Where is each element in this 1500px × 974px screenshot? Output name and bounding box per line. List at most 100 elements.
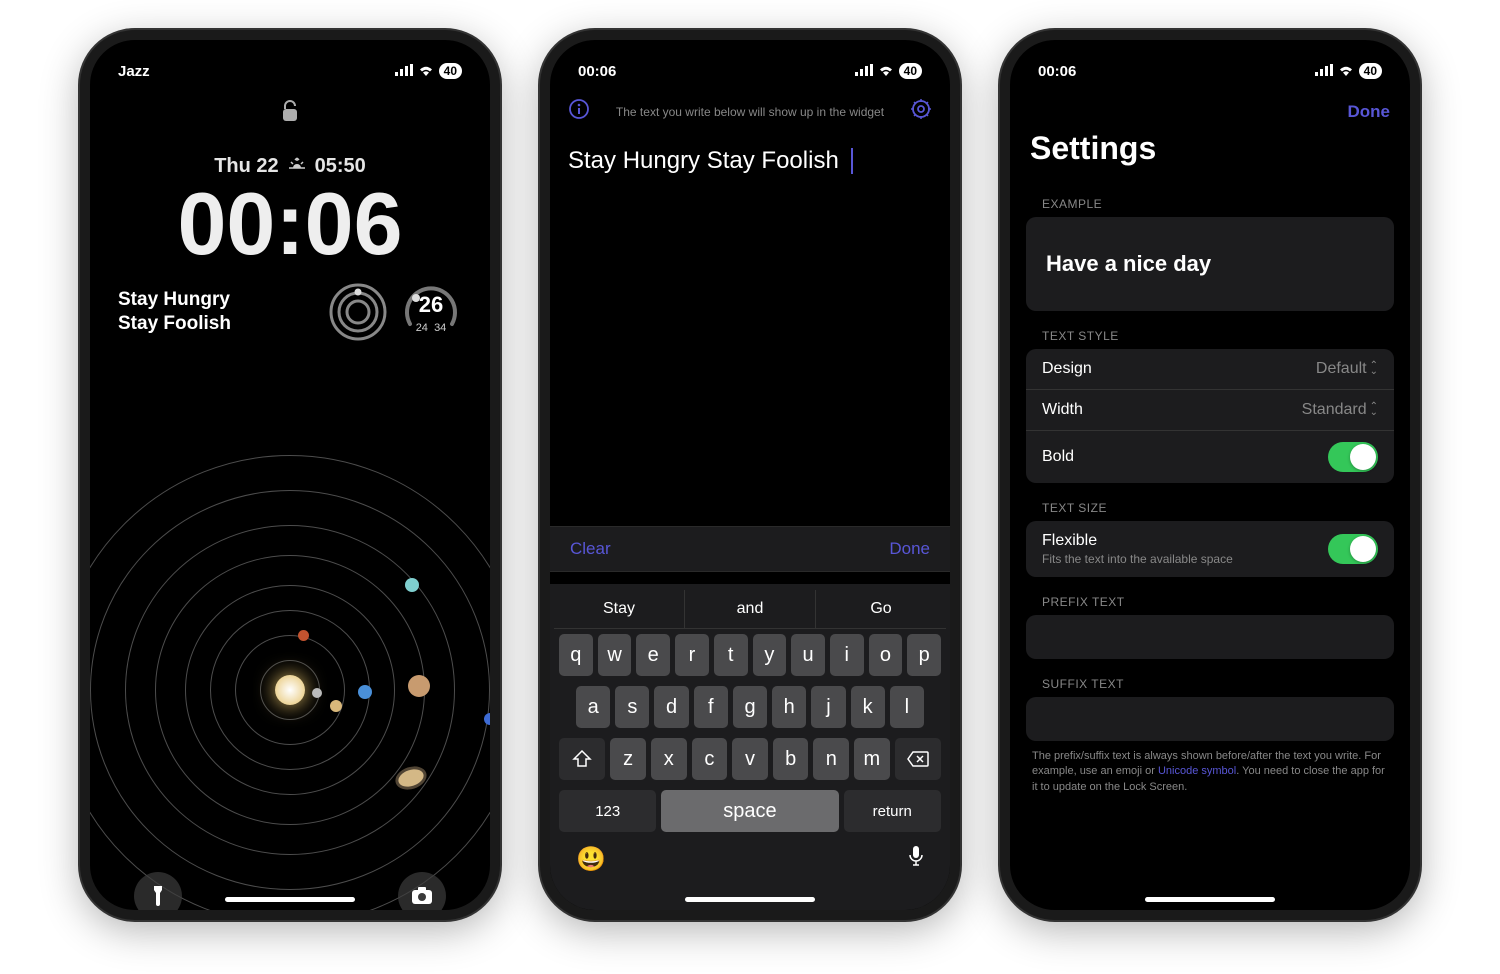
section-header-example: EXAMPLE xyxy=(1010,179,1410,217)
emoji-key-icon[interactable]: 😃 xyxy=(576,845,606,874)
key-b[interactable]: b xyxy=(773,738,809,780)
keyboard-toolbar: Clear Done xyxy=(550,526,950,572)
flashlight-button[interactable] xyxy=(134,872,182,920)
key-x[interactable]: x xyxy=(651,738,687,780)
wifi-icon xyxy=(418,63,434,80)
width-label: Width xyxy=(1042,401,1083,419)
design-value: Default xyxy=(1316,360,1367,378)
flexible-toggle[interactable] xyxy=(1328,534,1378,564)
keyboard-suggestions: Stay and Go xyxy=(554,590,946,629)
prefix-input[interactable] xyxy=(1026,615,1394,659)
status-time: 00:06 xyxy=(578,63,616,80)
key-l[interactable]: l xyxy=(890,686,924,728)
bold-label: Bold xyxy=(1042,448,1074,466)
text-input-area[interactable]: Stay Hungry Stay Foolish xyxy=(550,135,950,187)
gauge-low: 24 xyxy=(416,322,428,334)
key-o[interactable]: o xyxy=(869,634,903,676)
design-row[interactable]: Design Default⌃⌄ xyxy=(1026,349,1394,390)
key-r[interactable]: r xyxy=(675,634,709,676)
wifi-icon xyxy=(1338,63,1354,80)
info-icon[interactable] xyxy=(568,98,590,125)
key-e[interactable]: e xyxy=(636,634,670,676)
design-label: Design xyxy=(1042,360,1092,378)
key-d[interactable]: d xyxy=(654,686,688,728)
key-p[interactable]: p xyxy=(907,634,941,676)
key-j[interactable]: j xyxy=(811,686,845,728)
key-q[interactable]: q xyxy=(559,634,593,676)
key-w[interactable]: w xyxy=(598,634,632,676)
footer-note: The prefix/suffix text is always shown b… xyxy=(1010,741,1410,795)
carrier-label: Jazz xyxy=(118,63,150,80)
phone-settings: 00:06 40 Done Settings EXAMPLE Have a ni… xyxy=(1000,30,1420,920)
key-g[interactable]: g xyxy=(733,686,767,728)
battery-indicator: 40 xyxy=(439,63,462,79)
suggestion-2[interactable]: and xyxy=(685,590,816,628)
key-c[interactable]: c xyxy=(692,738,728,780)
signal-icon xyxy=(395,63,413,80)
done-button[interactable]: Done xyxy=(889,539,930,559)
flexible-label: Flexible xyxy=(1042,532,1233,550)
page-title: Settings xyxy=(1010,126,1410,179)
clear-button[interactable]: Clear xyxy=(570,539,611,559)
phone-editor: 00:06 40 The text you write below will s… xyxy=(540,30,960,920)
signal-icon xyxy=(855,63,873,80)
key-i[interactable]: i xyxy=(830,634,864,676)
editor-hint: The text you write below will show up in… xyxy=(600,105,900,119)
home-indicator[interactable] xyxy=(1145,897,1275,902)
key-z[interactable]: z xyxy=(610,738,646,780)
unicode-link[interactable]: Unicode symbol xyxy=(1158,765,1236,777)
key-space[interactable]: space xyxy=(661,790,838,832)
key-u[interactable]: u xyxy=(791,634,825,676)
example-preview: Have a nice day xyxy=(1026,217,1394,311)
editor-text-value: Stay Hungry Stay Foolish xyxy=(568,147,839,175)
gauge-high: 34 xyxy=(434,322,446,334)
settings-gear-icon[interactable] xyxy=(910,98,932,125)
section-header-textsize: TEXT SIZE xyxy=(1010,483,1410,521)
key-a[interactable]: a xyxy=(576,686,610,728)
section-header-textstyle: TEXT STYLE xyxy=(1010,311,1410,349)
key-v[interactable]: v xyxy=(732,738,768,780)
dynamic-island xyxy=(230,50,350,82)
signal-icon xyxy=(1315,63,1333,80)
key-f[interactable]: f xyxy=(694,686,728,728)
home-indicator[interactable] xyxy=(685,897,815,902)
done-button[interactable]: Done xyxy=(1348,102,1391,122)
battery-indicator: 40 xyxy=(1359,63,1382,79)
key-m[interactable]: m xyxy=(854,738,890,780)
chevron-updown-icon: ⌃⌄ xyxy=(1370,363,1378,375)
status-time: 00:06 xyxy=(1038,63,1076,80)
battery-indicator: 40 xyxy=(899,63,922,79)
temp-gauge-widget: 26 24 34 xyxy=(400,282,462,342)
key-k[interactable]: k xyxy=(851,686,885,728)
suggestion-3[interactable]: Go xyxy=(816,590,946,628)
camera-button[interactable] xyxy=(398,872,446,920)
key-numbers[interactable]: 123 xyxy=(559,790,656,832)
widget-line-2: Stay Foolish xyxy=(118,313,231,334)
key-s[interactable]: s xyxy=(615,686,649,728)
width-row[interactable]: Width Standard⌃⌄ xyxy=(1026,390,1394,431)
widget-line-1: Stay Hungry xyxy=(118,289,230,310)
suffix-input[interactable] xyxy=(1026,697,1394,741)
home-indicator[interactable] xyxy=(225,897,355,902)
key-h[interactable]: h xyxy=(772,686,806,728)
keyboard: Stay and Go q w e r t y u i o p a s d f … xyxy=(550,584,950,910)
dictation-icon[interactable] xyxy=(908,845,924,874)
text-widget: Stay Hungry Stay Foolish xyxy=(118,288,316,336)
suggestion-1[interactable]: Stay xyxy=(554,590,685,628)
text-cursor xyxy=(851,148,853,174)
bold-row: Bold xyxy=(1026,431,1394,483)
width-value: Standard xyxy=(1302,401,1367,419)
key-t[interactable]: t xyxy=(714,634,748,676)
key-return[interactable]: return xyxy=(844,790,941,832)
key-shift[interactable] xyxy=(559,738,605,780)
flexible-sub: Fits the text into the available space xyxy=(1042,552,1233,566)
key-backspace[interactable] xyxy=(895,738,941,780)
flexible-row: Flexible Fits the text into the availabl… xyxy=(1026,521,1394,577)
dynamic-island xyxy=(1150,50,1270,82)
chevron-updown-icon: ⌃⌄ xyxy=(1370,404,1378,416)
unlock-icon xyxy=(90,100,490,127)
nav-bar: Done xyxy=(1010,88,1410,126)
key-n[interactable]: n xyxy=(813,738,849,780)
bold-toggle[interactable] xyxy=(1328,442,1378,472)
key-y[interactable]: y xyxy=(753,634,787,676)
